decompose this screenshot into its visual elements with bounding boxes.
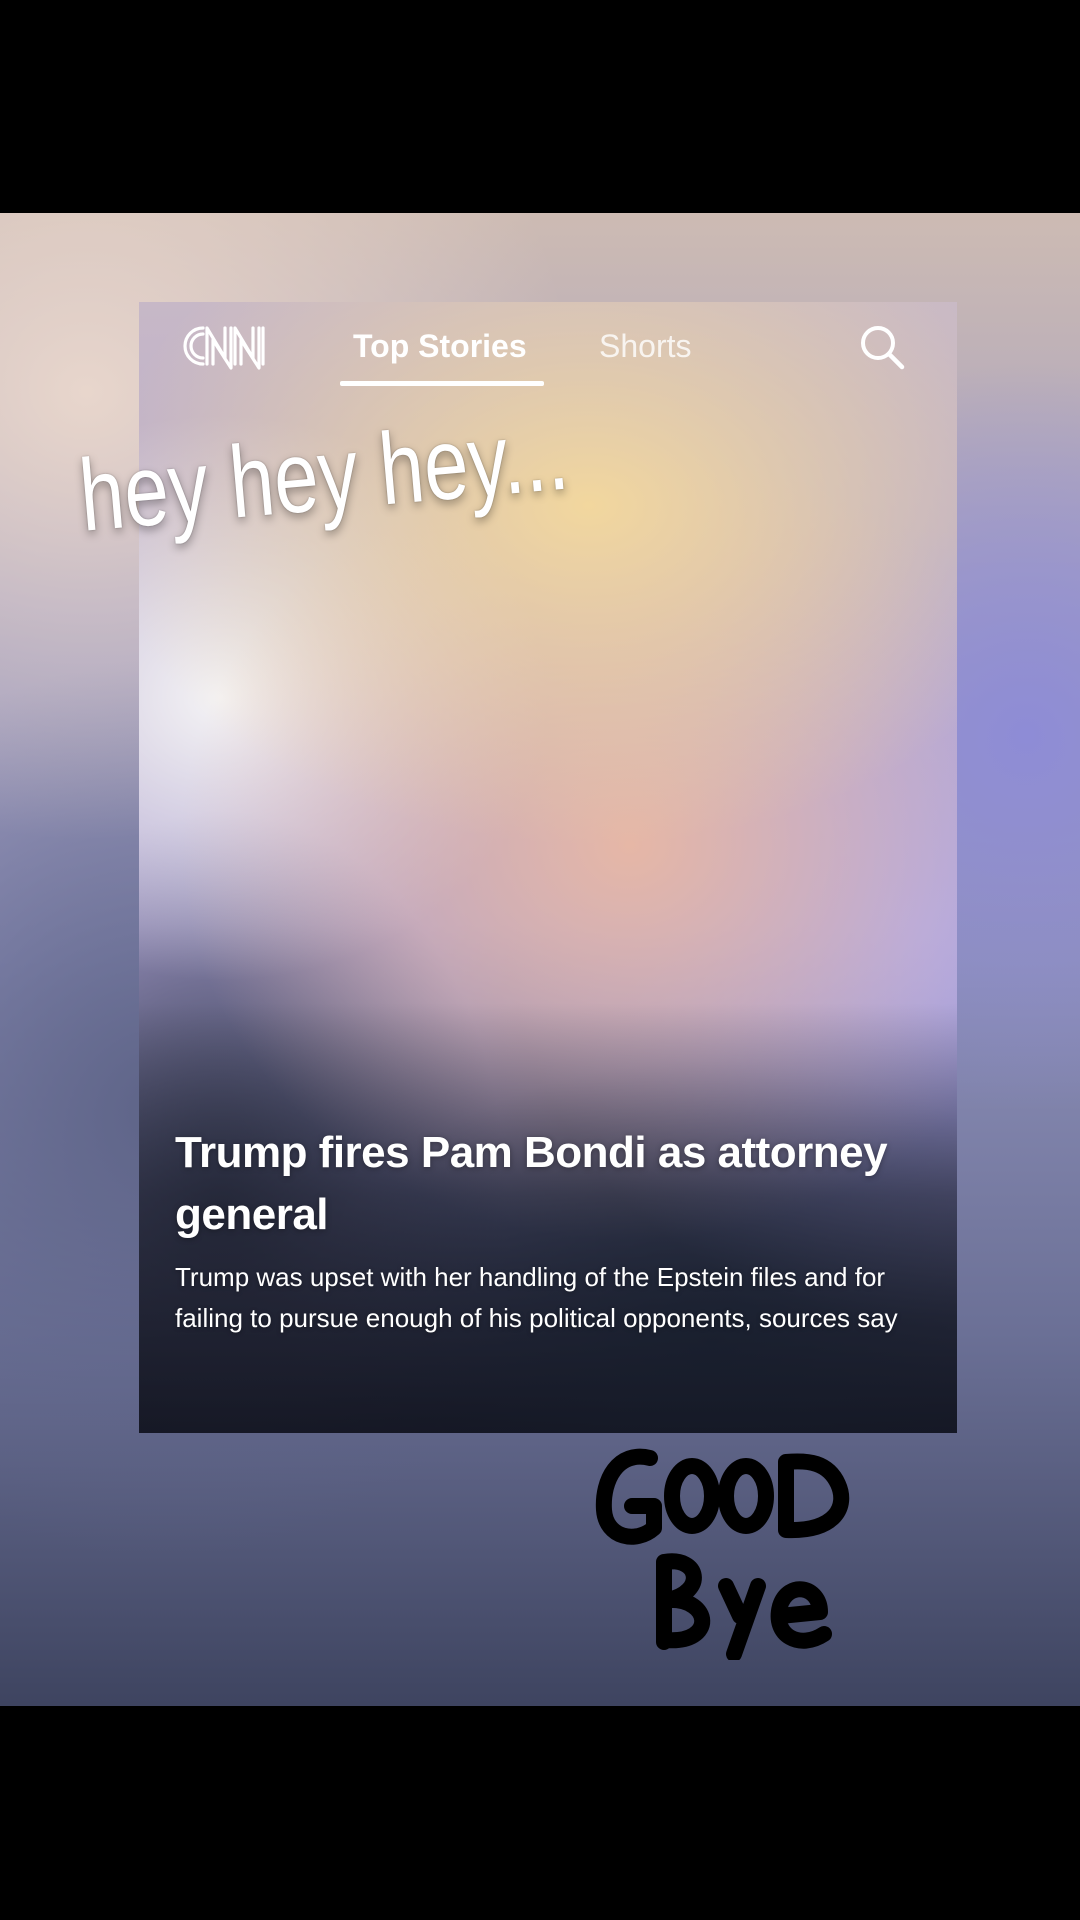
- letterbox-bottom: [0, 1706, 1080, 1920]
- letterbox-top: [0, 0, 1080, 213]
- story-summary[interactable]: Trump was upset with her handling of the…: [175, 1257, 915, 1339]
- tab-shorts[interactable]: Shorts: [599, 324, 691, 374]
- app-top-nav: Top Stories Shorts: [139, 302, 957, 392]
- active-tab-indicator: [340, 381, 544, 386]
- tab-top-stories[interactable]: Top Stories: [353, 324, 527, 374]
- cnn-logo[interactable]: [173, 316, 293, 376]
- search-icon[interactable]: [857, 322, 907, 372]
- goodbye-sticker: [595, 1448, 850, 1660]
- story-headline[interactable]: Trump fires Pam Bondi as attorney genera…: [175, 1122, 895, 1246]
